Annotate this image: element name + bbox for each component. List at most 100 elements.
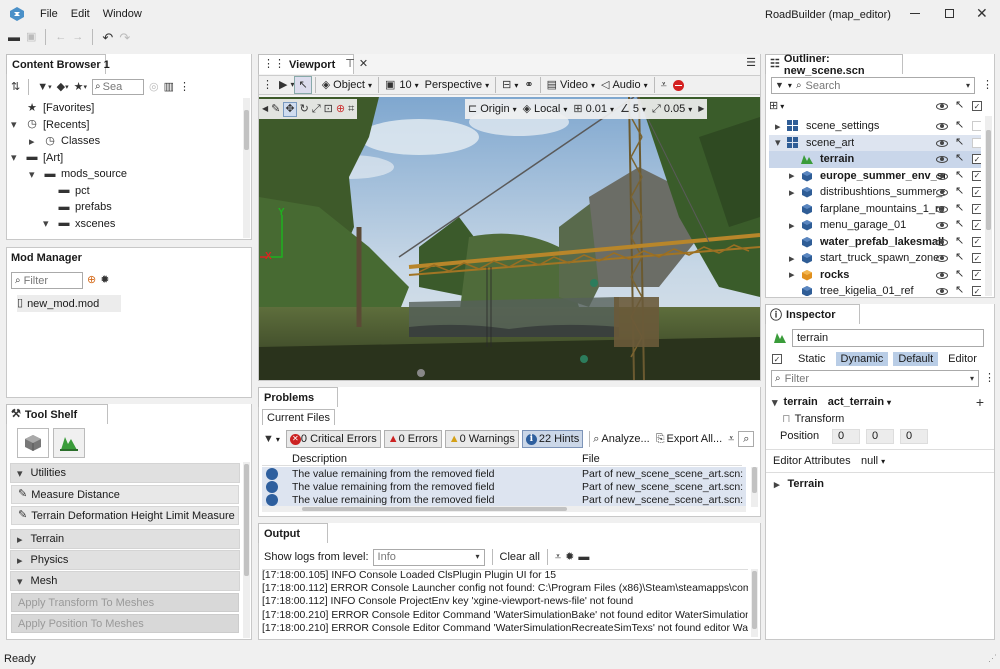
- scrollbar-thumb[interactable]: [986, 130, 991, 230]
- problems-hscrollbar[interactable]: [262, 506, 746, 512]
- collapse-arrow-icon[interactable]: ▸: [789, 268, 801, 281]
- minimize-button[interactable]: [910, 8, 920, 18]
- enabled-checkbox[interactable]: ✓: [972, 220, 981, 230]
- component-class-dropdown[interactable]: act_terrain ▾: [828, 396, 891, 408]
- errors-filter[interactable]: ▲ 0 Errors: [383, 430, 442, 448]
- mod-list-item[interactable]: ▯ new_mod.mod: [17, 295, 121, 312]
- locate-icon[interactable]: ◎: [149, 81, 159, 93]
- visibility-eye-icon[interactable]: [936, 288, 948, 295]
- outliner-item[interactable]: terrain ↖ ✓: [769, 151, 981, 168]
- outliner-scrollbar[interactable]: [985, 116, 992, 296]
- output-scrollbar[interactable]: [751, 569, 758, 637]
- scale-snap-dropdown[interactable]: ⤢ 0.05 ▾: [652, 103, 692, 115]
- select-pointer-icon[interactable]: ↖: [955, 120, 964, 131]
- object-name-input[interactable]: terrain: [792, 329, 984, 347]
- pencil-icon[interactable]: ✎: [271, 103, 280, 115]
- editor-attributes-dropdown[interactable]: null ▾: [861, 455, 885, 467]
- target-icon[interactable]: ⊕: [336, 103, 345, 115]
- tag-icon[interactable]: ◆ ▾: [57, 81, 69, 93]
- audio-dropdown[interactable]: ◁ Audio ▾: [598, 76, 651, 94]
- folder-icon[interactable]: ▬: [578, 551, 589, 563]
- enabled-checkbox[interactable]: ✓: [972, 170, 981, 181]
- select-pointer-icon[interactable]: ↖: [294, 76, 312, 94]
- video-dropdown[interactable]: ▤ Video ▾: [544, 76, 598, 94]
- visibility-eye-icon[interactable]: [936, 238, 948, 246]
- expand-arrow-icon[interactable]: ▾: [29, 168, 43, 181]
- terrain-height-measure-button[interactable]: ✎ Terrain Deformation Height Limit Measur…: [11, 506, 239, 525]
- log-level-select[interactable]: Info ▾: [372, 548, 485, 566]
- critical-errors-filter[interactable]: ✕ 0 Critical Errors: [285, 430, 381, 448]
- scrollbar-thumb[interactable]: [752, 571, 757, 629]
- viewport-tab[interactable]: ⋮⋮ Viewport ⊤ ✕: [258, 54, 368, 74]
- add-mod-icon[interactable]: ⊕: [87, 275, 96, 286]
- save-icon[interactable]: ▣: [26, 31, 36, 43]
- enabled-checkbox[interactable]: ✓: [972, 187, 981, 197]
- active-checkbox[interactable]: ✓: [772, 354, 782, 364]
- enabled-checkbox[interactable]: ✓: [972, 101, 982, 111]
- position-z-input[interactable]: 0: [900, 428, 928, 444]
- content-browser-tab[interactable]: Content Browser 1: [6, 54, 110, 74]
- maximize-button[interactable]: [945, 9, 954, 18]
- select-pointer-icon[interactable]: ↖: [955, 186, 964, 197]
- analyze-button[interactable]: ⌕ Analyze...: [593, 433, 649, 445]
- collapse-arrow-icon[interactable]: ▸: [775, 120, 787, 133]
- utilities-section-header[interactable]: ▾ Utilities: [10, 463, 240, 483]
- select-region-icon[interactable]: ⌗: [348, 103, 354, 115]
- flag-editor[interactable]: Editor: [943, 352, 982, 366]
- enabled-checkbox[interactable]: ✓: [972, 269, 981, 280]
- outliner-more-icon[interactable]: ⋮: [982, 80, 993, 91]
- projection-dropdown[interactable]: Perspective ▾: [422, 76, 493, 94]
- problem-row[interactable]: The value remaining from the removed fie…: [262, 480, 746, 493]
- search-toggle-icon[interactable]: ⌕: [738, 431, 755, 447]
- scrollbar-thumb[interactable]: [244, 464, 249, 576]
- filter-icon[interactable]: ▼ ▾: [37, 81, 51, 93]
- outliner-item[interactable]: ▸ scene_settings ↖: [769, 118, 981, 135]
- angle-snap-dropdown[interactable]: ∠ 5 ▾: [620, 103, 646, 115]
- favorites-star-icon[interactable]: ★ ▾: [74, 81, 87, 93]
- pin-icon[interactable]: ⊤: [345, 59, 355, 70]
- transform-header[interactable]: ⊓ Transform: [782, 412, 844, 426]
- scrollbar-thumb[interactable]: [302, 507, 567, 511]
- grid-snap-dropdown[interactable]: ⊞ 0.01 ▾: [573, 103, 614, 115]
- physics-section-header[interactable]: ▸ Physics: [10, 550, 240, 570]
- visibility-eye-icon[interactable]: [936, 205, 948, 213]
- scale-icon[interactable]: ⤢: [312, 103, 321, 115]
- close-button[interactable]: ✕: [976, 6, 988, 20]
- select-pointer-icon[interactable]: ↖: [955, 285, 964, 296]
- tool-shelf-terrain-tab[interactable]: [53, 428, 85, 458]
- enabled-checkbox[interactable]: ✓: [972, 236, 981, 247]
- measure-distance-button[interactable]: ✎ Measure Distance: [11, 485, 239, 504]
- collapse-arrow-icon[interactable]: ▸: [789, 252, 801, 265]
- open-folder-icon[interactable]: ▬: [8, 31, 20, 43]
- forward-icon[interactable]: →: [72, 31, 83, 43]
- tool-shelf-tab[interactable]: ⚒ Tool Shelf: [6, 404, 108, 424]
- terrain-section-header[interactable]: ▸ Terrain: [10, 529, 240, 549]
- visibility-eye-icon[interactable]: [936, 103, 948, 110]
- redo-icon[interactable]: ↷: [119, 31, 130, 44]
- position-x-input[interactable]: 0: [832, 428, 860, 444]
- select-pointer-icon[interactable]: ↖: [955, 252, 964, 263]
- select-pointer-icon[interactable]: ↖: [955, 136, 964, 148]
- enabled-checkbox[interactable]: ✓: [972, 154, 981, 164]
- viewport-scene[interactable]: ◀ ✎ ✥ ↻ ⤢ ⊡ ⊕ ⌗ ⊏ Origin ▾ ◈ Local ▾ ⊞ 0.01 ▾ …: [259, 97, 760, 380]
- description-column-header[interactable]: Description: [292, 453, 347, 465]
- content-search-input[interactable]: ⌕ Sea: [92, 79, 144, 95]
- mod-filter-input[interactable]: ⌕ Filter: [11, 272, 83, 289]
- select-pointer-icon[interactable]: ↖: [955, 169, 964, 181]
- visibility-eye-icon[interactable]: [936, 222, 948, 229]
- space-dropdown[interactable]: ◈ Local ▾: [523, 103, 568, 115]
- problem-row[interactable]: The value remaining from the removed fie…: [262, 467, 746, 480]
- file-column-header[interactable]: File: [582, 453, 600, 465]
- outliner-item[interactable]: ▾ scene_art ↖: [769, 134, 981, 151]
- enabled-checkbox[interactable]: [972, 137, 981, 148]
- collapse-right-icon[interactable]: ▶: [698, 105, 704, 113]
- scrollbar-thumb[interactable]: [752, 467, 757, 493]
- panel-menu-icon[interactable]: ☰: [746, 58, 756, 69]
- outliner-item[interactable]: ▸ distribushtions_summer_set ↖ ✓: [769, 184, 981, 201]
- visibility-eye-icon[interactable]: [936, 123, 948, 130]
- select-pointer-icon[interactable]: ↖: [955, 202, 964, 214]
- flag-static[interactable]: Static: [793, 352, 831, 366]
- outliner-item[interactable]: ▸ menu_garage_01 ↖ ✓: [769, 217, 981, 234]
- expand-arrow-icon[interactable]: ▾: [43, 217, 57, 230]
- overflow-icon[interactable]: ⩡: [728, 433, 734, 445]
